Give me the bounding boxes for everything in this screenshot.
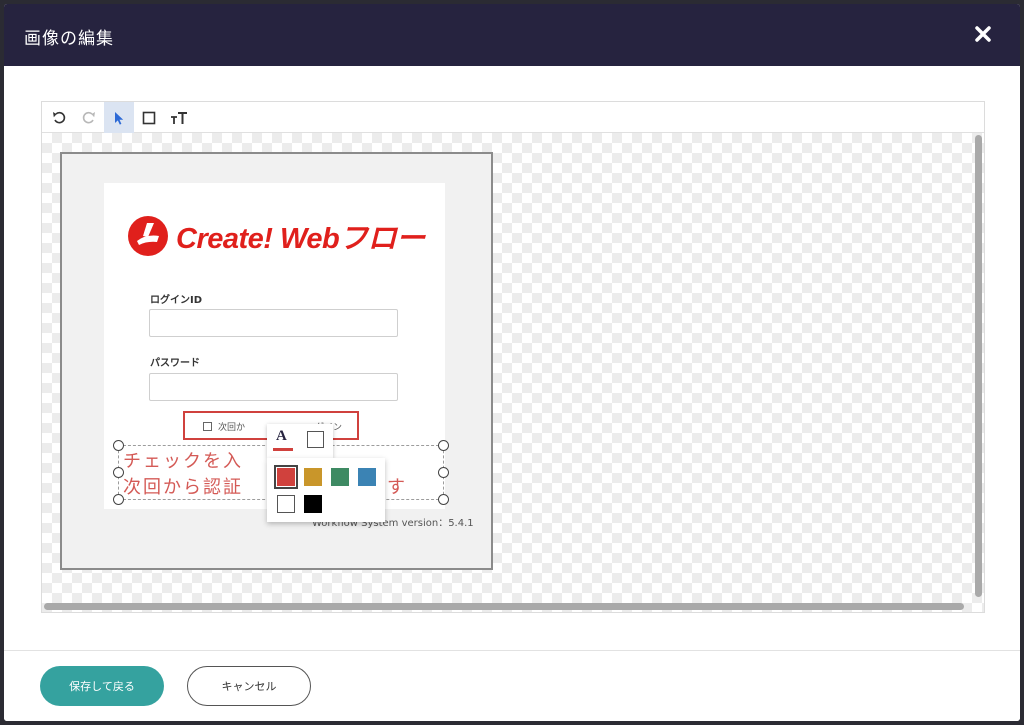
annotation-line-2: 次回から認証 — [123, 477, 243, 498]
select-pointer-icon — [115, 111, 124, 125]
resize-handle-bottom-right[interactable] — [438, 494, 449, 505]
modal-header: 画像の編集 — [4, 4, 1020, 66]
login-id-label: ログインID — [150, 295, 203, 306]
swatch-black[interactable] — [304, 495, 322, 513]
horizontal-scrollbar[interactable] — [44, 603, 964, 610]
image-editor: Create! Webフロー ログインID パスワード 次回か グイン チェック… — [41, 101, 985, 613]
vertical-scrollbar[interactable] — [975, 135, 982, 597]
undo-icon — [53, 111, 66, 123]
color-picker-tabs: A — [267, 424, 333, 458]
resize-handle-top-right[interactable] — [438, 440, 449, 451]
swatch-red[interactable] — [274, 465, 298, 489]
close-icon[interactable] — [974, 25, 992, 43]
remember-checkbox — [203, 422, 212, 431]
logo-text: Create! Webフロー — [176, 223, 425, 255]
create-webflow-logo: Create! Webフロー — [126, 213, 426, 259]
resize-handle-bottom-left[interactable] — [113, 494, 124, 505]
redo-button[interactable] — [74, 102, 104, 133]
select-tool-button[interactable] — [104, 102, 134, 133]
swatch-green[interactable] — [331, 468, 349, 486]
modal-footer: 保存して戻る キャンセル — [4, 650, 1020, 721]
save-and-return-button[interactable]: 保存して戻る — [40, 666, 164, 706]
swatch-gold[interactable] — [304, 468, 322, 486]
font-color-bar — [273, 448, 293, 451]
editor-canvas[interactable]: Create! Webフロー ログインID パスワード 次回か グイン チェック… — [42, 133, 984, 612]
background-color-icon[interactable] — [307, 431, 324, 448]
color-picker-popup: A — [267, 424, 385, 522]
redo-icon — [82, 111, 95, 123]
swatch-blue[interactable] — [358, 468, 376, 486]
rectangle-tool-button[interactable] — [134, 102, 164, 133]
logo-mark-icon — [128, 216, 168, 256]
password-field — [149, 373, 398, 401]
screenshot-image[interactable]: Create! Webフロー ログインID パスワード 次回か グイン チェック… — [60, 152, 493, 570]
modal-title: 画像の編集 — [24, 29, 114, 49]
resize-handle-top-left[interactable] — [113, 440, 124, 451]
undo-button[interactable] — [44, 102, 74, 133]
font-color-icon[interactable]: A — [273, 428, 293, 454]
remember-label: 次回か — [218, 423, 246, 433]
font-color-letter: A — [276, 428, 287, 444]
annotation-line-1: チェックを入 — [123, 451, 243, 472]
resize-handle-middle-right[interactable] — [438, 467, 449, 478]
color-palette — [267, 458, 385, 522]
login-id-field — [149, 309, 398, 337]
editor-toolbar — [42, 102, 984, 133]
text-tool-button[interactable] — [164, 102, 194, 133]
resize-handle-middle-left[interactable] — [113, 467, 124, 478]
swatch-white[interactable] — [277, 495, 295, 513]
image-edit-modal: 画像の編集 Create! Webフロー ログインID パスワード 次回か チェ… — [4, 4, 1020, 721]
password-label: パスワード — [150, 358, 200, 369]
text-icon — [171, 111, 187, 124]
cancel-button[interactable]: キャンセル — [187, 666, 311, 706]
rectangle-icon — [142, 111, 156, 124]
